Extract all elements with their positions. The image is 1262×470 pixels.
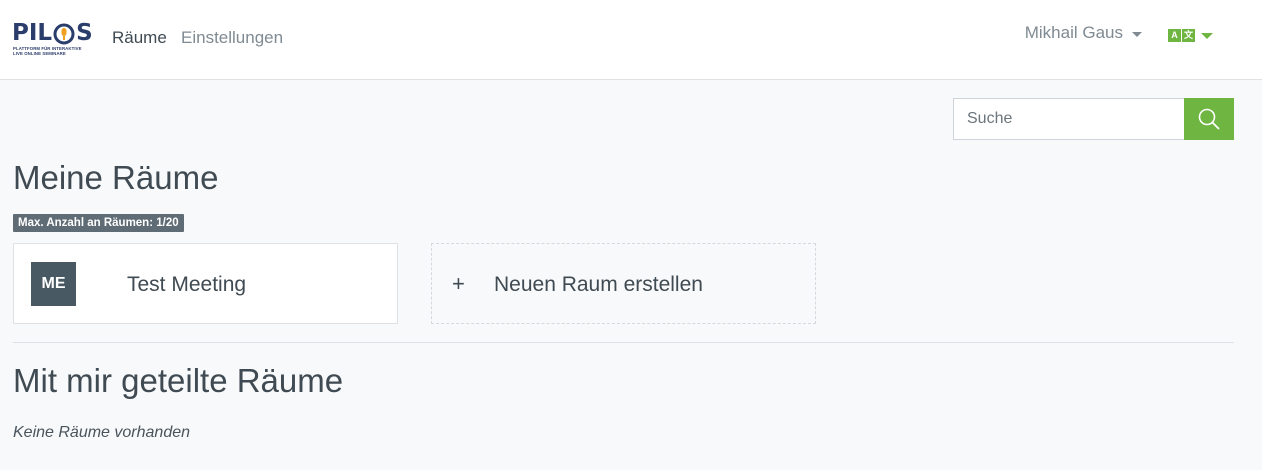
room-card[interactable]: ME Test Meeting <box>13 243 398 324</box>
language-icon: A 文 <box>1168 29 1197 42</box>
search-icon <box>1198 108 1220 130</box>
microphone-o-icon <box>53 22 75 45</box>
top-navbar: PIL S PLATTFORM FÜR INTERAKTIVE LIVE ONL… <box>0 0 1262 80</box>
nav-link-rooms[interactable]: Räume <box>112 28 167 48</box>
shared-rooms-empty-text: Keine Räume vorhanden <box>13 424 191 441</box>
my-rooms-heading: Meine Räume <box>13 159 219 196</box>
plus-icon: + <box>452 271 465 296</box>
nav-link-settings[interactable]: Einstellungen <box>181 28 283 48</box>
language-menu-dropdown[interactable]: A 文 <box>1168 29 1213 42</box>
chevron-down-icon <box>1132 31 1142 37</box>
chevron-down-icon <box>1201 32 1213 39</box>
room-avatar: ME <box>31 262 76 306</box>
search-button[interactable] <box>1184 98 1234 140</box>
logo-text-left: PIL <box>12 20 53 46</box>
section-divider <box>13 342 1234 343</box>
logo-subtitle: PLATTFORM FÜR INTERAKTIVE LIVE ONLINE SE… <box>13 46 82 56</box>
search-input[interactable] <box>953 98 1184 140</box>
create-room-label: Neuen Raum erstellen <box>494 273 703 296</box>
room-search <box>953 98 1234 140</box>
room-name: Test Meeting <box>127 273 247 296</box>
logo-subtitle-line2: LIVE ONLINE SEMINARE <box>13 51 66 56</box>
language-icon-glyph-left: A <box>1168 29 1181 42</box>
language-icon-glyph-right: 文 <box>1182 29 1195 42</box>
shared-rooms-heading: Mit mir geteilte Räume <box>13 362 344 399</box>
room-limit-badge: Max. Anzahl an Räumen: 1/20 <box>13 214 184 232</box>
logo-wordmark: PIL S <box>12 20 93 46</box>
logo-text-right: S <box>76 20 93 46</box>
user-menu-dropdown[interactable]: Mikhail Gaus <box>1025 23 1142 43</box>
pilos-logo[interactable]: PIL S PLATTFORM FÜR INTERAKTIVE LIVE ONL… <box>12 20 93 58</box>
user-name: Mikhail Gaus <box>1024 23 1123 42</box>
create-room-button[interactable]: + Neuen Raum erstellen <box>431 243 816 324</box>
